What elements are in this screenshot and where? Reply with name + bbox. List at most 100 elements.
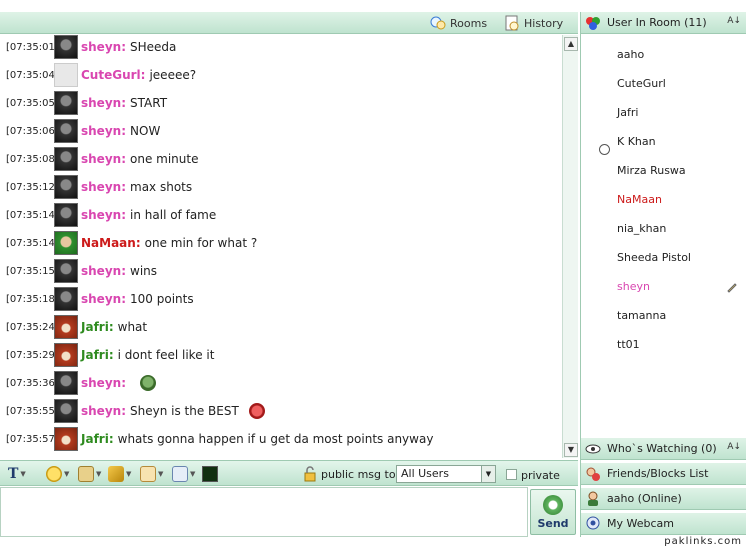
user-list-item[interactable]: NaMaan xyxy=(617,193,662,206)
user-list-item[interactable]: Mirza Ruswa xyxy=(617,164,686,177)
image-button[interactable]: ▼ xyxy=(140,466,163,482)
message-timestamp: [07:35:15] xyxy=(6,265,59,277)
message-timestamp: [07:35:18] xyxy=(6,293,59,305)
animation-icon xyxy=(78,466,94,482)
nick-separator: : xyxy=(108,320,114,334)
message-text: START xyxy=(130,96,168,110)
my-status-header[interactable]: aaho (Online) xyxy=(581,488,746,510)
message-nick[interactable]: sheyn xyxy=(81,96,121,110)
font-button[interactable]: T ▼ xyxy=(8,466,26,482)
message-nick[interactable]: Jafri xyxy=(81,320,109,334)
history-button[interactable]: History xyxy=(504,14,563,32)
message-nick[interactable]: NaMaan xyxy=(81,236,136,250)
message-nick[interactable]: sheyn xyxy=(81,180,121,194)
emoticon-button[interactable]: ▼ xyxy=(46,466,69,482)
message-nick[interactable]: sheyn xyxy=(81,40,121,54)
rooms-button[interactable]: Rooms xyxy=(430,14,487,32)
avatar[interactable] xyxy=(54,343,78,367)
nick-separator: : xyxy=(135,236,141,250)
message-text: Sheyn is the BEST xyxy=(130,404,239,418)
whos-watching-header[interactable]: Who`s Watching (0) A↓ xyxy=(581,438,746,460)
rooms-label: Rooms xyxy=(450,16,488,30)
chat-message: [07:35:08] sheyn: one minute xyxy=(6,147,198,171)
chevron-down-icon: ▼ xyxy=(20,470,26,478)
send-button[interactable]: Send xyxy=(530,489,576,535)
message-input[interactable] xyxy=(0,487,528,537)
user-list-item[interactable]: Sheeda Pistol xyxy=(617,251,691,264)
message-nick[interactable]: sheyn xyxy=(81,152,121,166)
message-nick[interactable]: Jafri xyxy=(81,432,109,446)
private-option: private xyxy=(521,467,560,483)
chat-message: [07:35:15] sheyn: wins xyxy=(6,259,157,283)
user-avatar-icon xyxy=(585,491,601,507)
sound-button[interactable]: ▼ xyxy=(108,466,131,482)
whiteboard-button[interactable]: ▼ xyxy=(172,466,195,482)
chat-app: Rooms History [07:35:01] sheyn: SHeeda [07:… xyxy=(0,0,746,548)
nick-separator: : xyxy=(108,348,114,362)
user-list-item[interactable]: nia_khan xyxy=(617,222,666,235)
avatar[interactable] xyxy=(54,231,78,255)
avatar[interactable] xyxy=(54,63,78,87)
avatar[interactable] xyxy=(54,371,78,395)
message-timestamp: [07:35:12] xyxy=(6,181,59,193)
message-nick[interactable]: sheyn xyxy=(81,376,121,390)
avatar[interactable] xyxy=(54,259,78,283)
message-nick[interactable]: sheyn xyxy=(81,404,121,418)
chat-message: [07:35:06] sheyn: NOW xyxy=(6,119,160,143)
sort-az-icon[interactable]: A↓ xyxy=(727,442,741,452)
message-nick[interactable]: sheyn xyxy=(81,292,121,306)
send-icon xyxy=(543,494,563,515)
message-nick[interactable]: sheyn xyxy=(81,264,121,278)
crab-emoticon-icon xyxy=(248,403,265,419)
chat-log[interactable]: [07:35:01] sheyn: SHeeda [07:35:04] CuteGurl… xyxy=(0,35,562,458)
message-timestamp: [07:35:08] xyxy=(6,153,59,165)
private-checkbox[interactable] xyxy=(506,469,517,480)
user-list-item[interactable]: tamanna xyxy=(617,309,666,322)
avatar[interactable] xyxy=(54,119,78,143)
message-nick[interactable]: Jafri xyxy=(81,348,109,362)
user-list-item[interactable]: K Khan xyxy=(617,135,656,148)
avatar[interactable] xyxy=(54,175,78,199)
message-timestamp: [07:35:55] xyxy=(6,405,59,417)
user-list-item[interactable]: sheyn xyxy=(617,280,650,293)
my-webcam-header[interactable]: My Webcam xyxy=(581,513,746,535)
avatar[interactable] xyxy=(54,315,78,339)
user-list-item[interactable]: Jafri xyxy=(617,106,638,119)
avatar[interactable] xyxy=(54,287,78,311)
chat-message: [07:35:01] sheyn: SHeeda xyxy=(6,35,176,59)
scroll-up-button[interactable]: ▲ xyxy=(564,37,578,51)
my-webcam-label: My Webcam xyxy=(607,517,674,530)
user-list-item[interactable]: tt01 xyxy=(617,338,640,351)
avatar[interactable] xyxy=(54,147,78,171)
chat-message: [07:35:12] sheyn: max shots xyxy=(6,175,192,199)
chat-message: [07:35:29] Jafri: i dont feel like it xyxy=(6,343,214,367)
avatar[interactable] xyxy=(54,35,78,59)
chat-scrollbar[interactable]: ▲ ▼ xyxy=(562,35,578,458)
chevron-down-icon[interactable]: ▼ xyxy=(481,466,495,482)
pencil-icon xyxy=(172,466,188,482)
message-timestamp: [07:35:36] xyxy=(6,377,59,389)
scroll-down-button[interactable]: ▼ xyxy=(564,443,578,457)
send-label: Send xyxy=(537,516,569,530)
message-nick[interactable]: CuteGurl xyxy=(81,68,141,82)
friends-blocks-label: Friends/Blocks List xyxy=(607,467,709,480)
avatar[interactable] xyxy=(54,91,78,115)
animation-button[interactable]: ▼ xyxy=(78,466,101,482)
recipient-select[interactable]: All Users ▼ xyxy=(396,465,496,483)
color-button[interactable] xyxy=(202,466,218,482)
avatar[interactable] xyxy=(54,427,78,451)
avatar[interactable] xyxy=(54,399,78,423)
friends-blocks-header[interactable]: Friends/Blocks List xyxy=(581,463,746,485)
user-list-item[interactable]: aaho xyxy=(617,48,644,61)
avatar[interactable] xyxy=(54,203,78,227)
users-in-room-header[interactable]: User In Room (11) A↓ xyxy=(581,12,746,34)
message-timestamp: [07:35:06] xyxy=(6,125,59,137)
message-nick[interactable]: sheyn xyxy=(81,124,121,138)
chat-message: [07:35:55] sheyn: Sheyn is the BEST xyxy=(6,399,265,423)
sort-az-icon[interactable]: A↓ xyxy=(727,16,741,26)
private-label: private xyxy=(521,468,560,482)
user-list-item[interactable]: CuteGurl xyxy=(617,77,666,90)
message-nick[interactable]: sheyn xyxy=(81,208,121,222)
nick-separator: : xyxy=(121,404,127,418)
chat-message: [07:35:57] Jafri: whats gonna happen if u … xyxy=(6,427,433,451)
